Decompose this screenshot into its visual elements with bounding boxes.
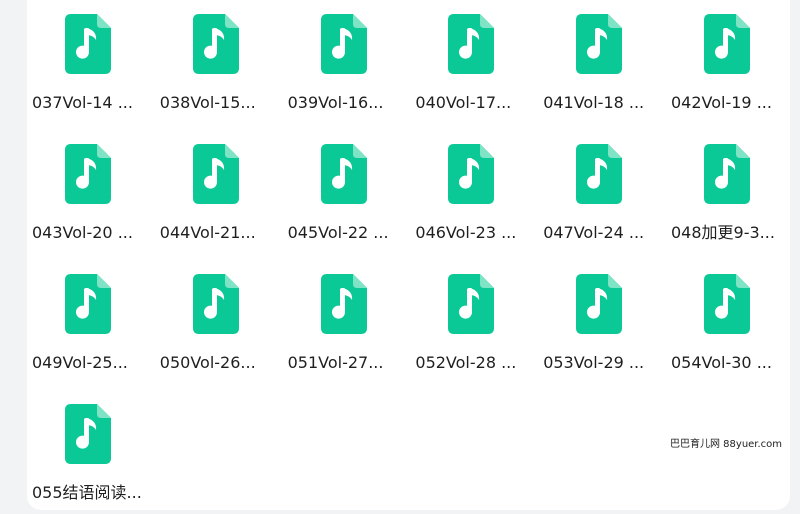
music-file-icon bbox=[192, 274, 239, 334]
music-file-icon bbox=[448, 274, 495, 334]
file-name: 037Vol-14 ... bbox=[32, 93, 133, 112]
music-file-icon bbox=[65, 14, 111, 74]
file-name: 053Vol-29 ... bbox=[543, 353, 645, 372]
file-item[interactable]: 041Vol-18 ... bbox=[538, 0, 658, 120]
file-name: 045Vol-22 ... bbox=[287, 223, 389, 242]
file-name: 039Vol-16... bbox=[287, 93, 384, 112]
file-name: 040Vol-17... bbox=[415, 93, 512, 112]
music-file-icon bbox=[448, 144, 495, 204]
music-file-icon bbox=[192, 144, 239, 204]
file-name: 043Vol-20 ... bbox=[32, 223, 133, 242]
music-file-icon bbox=[448, 14, 495, 74]
music-file-icon bbox=[576, 144, 623, 204]
music-file-icon bbox=[65, 144, 111, 204]
file-name: 038Vol-15... bbox=[159, 93, 256, 112]
music-file-icon bbox=[65, 404, 111, 464]
music-file-icon bbox=[320, 274, 367, 334]
music-file-icon bbox=[576, 274, 623, 334]
file-item[interactable]: 050Vol-26... bbox=[155, 260, 275, 380]
file-item[interactable]: 040Vol-17... bbox=[410, 0, 530, 120]
file-item[interactable]: 047Vol-24 ... bbox=[538, 130, 658, 250]
music-file-icon bbox=[576, 14, 623, 74]
watermark: 巴巴育儿网 88yuer.com bbox=[670, 439, 783, 450]
file-name: 050Vol-26... bbox=[159, 353, 256, 372]
file-name: 047Vol-24 ... bbox=[543, 223, 645, 242]
file-name: 042Vol-19 ... bbox=[671, 93, 772, 112]
music-file-icon bbox=[65, 274, 111, 334]
file-item[interactable]: 046Vol-23 ... bbox=[410, 130, 530, 250]
file-name: 049Vol-25... bbox=[32, 353, 128, 372]
file-item[interactable]: 053Vol-29 ... bbox=[538, 260, 658, 380]
file-item[interactable]: 043Vol-20 ... bbox=[27, 130, 147, 250]
file-item[interactable]: 042Vol-19 ... bbox=[666, 0, 786, 120]
file-name: 046Vol-23 ... bbox=[415, 223, 517, 242]
music-file-icon bbox=[192, 14, 239, 74]
music-file-icon bbox=[704, 144, 750, 204]
file-item[interactable]: 049Vol-25... bbox=[27, 260, 147, 380]
file-name: 055结语阅读... bbox=[32, 483, 142, 502]
file-name: 052Vol-28 ... bbox=[415, 353, 517, 372]
file-name: 041Vol-18 ... bbox=[543, 93, 645, 112]
file-item[interactable]: 051Vol-27... bbox=[283, 260, 403, 380]
file-item[interactable]: 037Vol-14 ... bbox=[27, 0, 147, 120]
file-item[interactable]: 038Vol-15... bbox=[155, 0, 275, 120]
file-item[interactable]: 048加更9-3... bbox=[666, 130, 786, 250]
music-file-icon bbox=[704, 274, 750, 334]
file-item[interactable]: 055结语阅读... bbox=[27, 390, 147, 510]
file-name: 048加更9-3... bbox=[671, 223, 775, 242]
file-name: 054Vol-30 ... bbox=[671, 353, 772, 372]
file-name: 044Vol-21... bbox=[159, 223, 256, 242]
music-file-icon bbox=[320, 144, 367, 204]
file-name: 051Vol-27... bbox=[287, 353, 384, 372]
file-item[interactable]: 045Vol-22 ... bbox=[283, 130, 403, 250]
music-file-icon bbox=[320, 14, 367, 74]
file-item[interactable]: 039Vol-16... bbox=[283, 0, 403, 120]
music-file-icon bbox=[704, 14, 750, 74]
file-grid: 037Vol-14 ... 038Vol-15... 039Vol-16... 040… bbox=[27, 0, 790, 514]
file-item[interactable]: 044Vol-21... bbox=[155, 130, 275, 250]
file-item[interactable]: 052Vol-28 ... bbox=[410, 260, 530, 380]
file-item[interactable]: 054Vol-30 ... bbox=[666, 260, 786, 380]
